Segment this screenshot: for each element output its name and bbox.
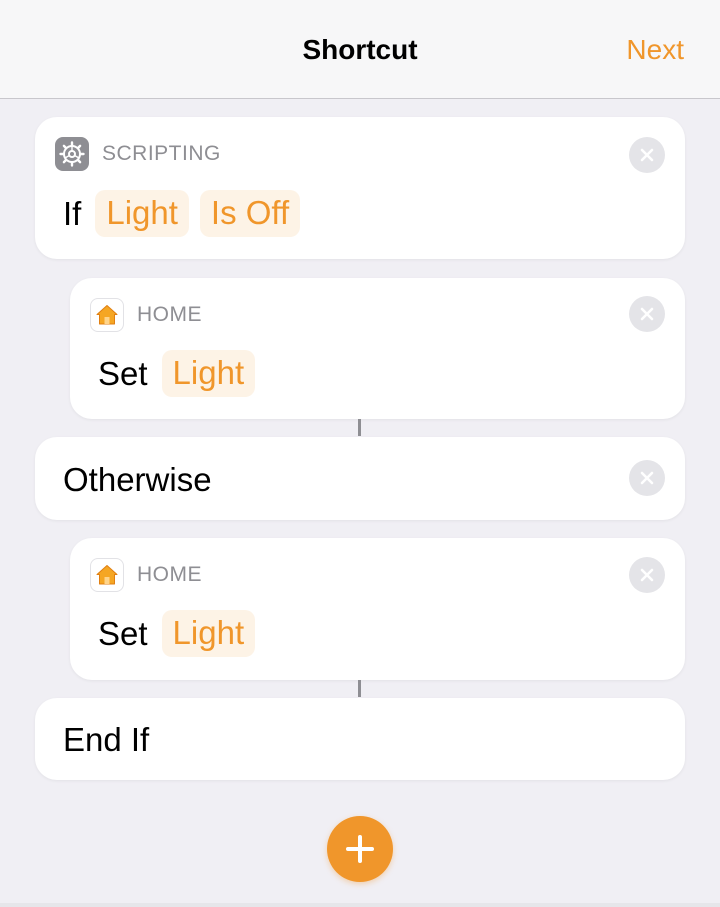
close-icon (640, 307, 654, 321)
close-icon (640, 148, 654, 162)
remove-action-button[interactable] (629, 137, 665, 173)
block-connector (358, 419, 361, 436)
close-icon (640, 568, 654, 582)
remove-action-button[interactable] (629, 296, 665, 332)
action-card-if[interactable]: SCRIPTING If Light Is Off (35, 117, 685, 259)
block-connector (358, 680, 361, 697)
action-header: HOME (90, 558, 202, 592)
home-icon (96, 565, 118, 585)
end-if-label: End If (63, 721, 150, 758)
action-keyword: If (63, 194, 82, 232)
action-card-end-if[interactable]: End If (35, 698, 685, 780)
action-keyword: Set (98, 614, 148, 652)
home-app-icon (90, 298, 124, 332)
nav-title: Shortcut (302, 34, 418, 65)
add-action-button[interactable] (327, 816, 393, 882)
action-header: SCRIPTING (55, 137, 221, 171)
scripting-app-icon (55, 137, 89, 171)
action-parameters: If Light Is Off (63, 190, 311, 237)
action-card-set-light[interactable]: HOME Set Light (70, 278, 685, 419)
gear-icon (59, 141, 85, 167)
action-parameters: Set Light (98, 350, 266, 397)
remove-action-button[interactable] (629, 460, 665, 496)
action-category-label: SCRIPTING (102, 142, 221, 165)
action-card-otherwise[interactable]: Otherwise (35, 437, 685, 520)
action-category-label: HOME (137, 563, 202, 586)
otherwise-label: Otherwise (63, 461, 212, 498)
accessory-token-light[interactable]: Light (161, 610, 256, 657)
accessory-token-light[interactable]: Light (161, 350, 256, 397)
action-parameters: Set Light (98, 610, 266, 657)
action-keyword: Set (98, 354, 148, 392)
bottom-edge (0, 903, 720, 907)
close-icon (640, 471, 654, 485)
navigation-bar: Shortcut Next (0, 0, 720, 99)
home-icon (96, 305, 118, 325)
remove-action-button[interactable] (629, 557, 665, 593)
home-app-icon (90, 558, 124, 592)
variable-token-light[interactable]: Light (95, 190, 189, 237)
action-category-label: HOME (137, 303, 202, 326)
plus-icon (346, 835, 374, 863)
condition-token-is-off[interactable]: Is Off (199, 190, 301, 237)
action-header: HOME (90, 298, 202, 332)
action-card-set-light[interactable]: HOME Set Light (70, 538, 685, 680)
next-button[interactable]: Next (626, 34, 684, 66)
